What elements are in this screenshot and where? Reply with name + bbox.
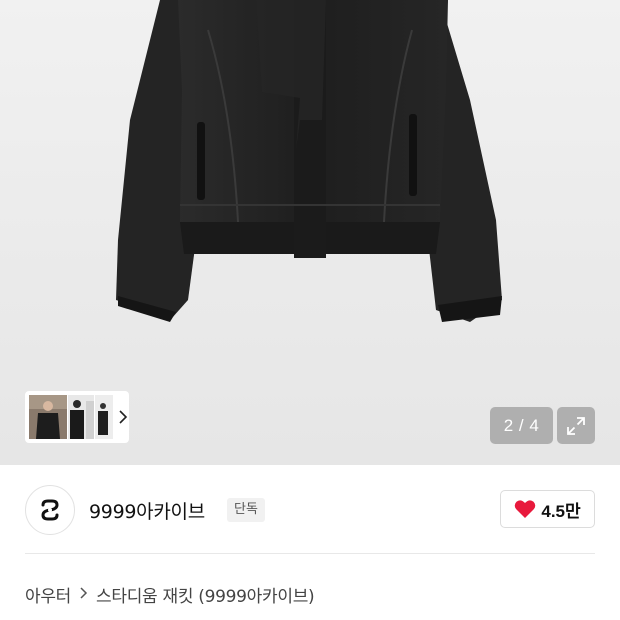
chevron-right-icon[interactable]: [117, 391, 129, 443]
like-count: 4.5만: [541, 501, 581, 521]
like-button[interactable]: 4.5만: [500, 490, 595, 528]
brand-logo[interactable]: [25, 485, 75, 535]
exclusive-badge: 단독: [227, 498, 265, 522]
brand-row: 9999아카이브 단독 4.5만: [0, 465, 620, 553]
brand-name[interactable]: 9999아카이브: [89, 497, 205, 524]
expand-button[interactable]: [557, 407, 595, 444]
thumbnail-3[interactable]: [95, 395, 113, 439]
product-image-gallery[interactable]: 2 / 4: [0, 0, 620, 465]
thumbnail-strip: [25, 391, 129, 443]
expand-icon: [567, 416, 585, 435]
divider: [25, 553, 595, 554]
breadcrumb-category[interactable]: 아우터: [25, 582, 71, 607]
brand-logo-icon: [41, 499, 59, 521]
thumbnail-1[interactable]: [29, 395, 67, 439]
thumbnail-2[interactable]: [68, 395, 94, 439]
heart-icon: [515, 500, 536, 518]
page-counter: 2 / 4: [490, 407, 553, 444]
breadcrumb: 아우터 스타디움 재킷 (9999아카이브): [25, 581, 315, 607]
chevron-right-icon: [79, 585, 88, 604]
breadcrumb-product: 스타디움 재킷 (9999아카이브): [96, 586, 315, 607]
